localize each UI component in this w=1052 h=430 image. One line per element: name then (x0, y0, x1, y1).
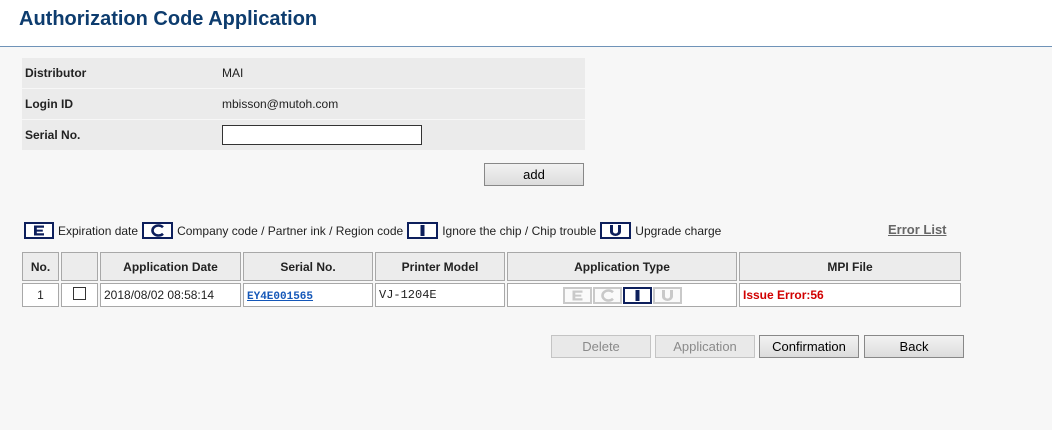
info-table: Distributor MAI Login ID mbisson@mutoh.c… (22, 57, 585, 151)
application-table: No. Application Date Serial No. Printer … (20, 250, 963, 309)
type-ignore-chip-icon (622, 286, 652, 304)
serial-label: Serial No. (22, 120, 219, 150)
header-application-type: Application Type (507, 252, 737, 281)
company-code-icon (142, 222, 174, 239)
header-application-date: Application Date (100, 252, 241, 281)
back-button[interactable]: Back (864, 335, 964, 358)
upgrade-charge-icon (600, 222, 632, 239)
row-serial-link[interactable]: EY4E001565 (247, 291, 313, 303)
header-mpi-file: MPI File (739, 252, 961, 281)
table-row: 1 2018/08/02 08:58:14 EY4E001565 VJ-1204… (22, 283, 961, 307)
legend-ignore-text: Ignore the chip / Chip trouble (442, 224, 597, 238)
add-button[interactable]: add (484, 163, 584, 186)
row-checkbox[interactable] (73, 287, 86, 300)
error-list-link[interactable]: Error List (888, 222, 947, 237)
type-company-code-icon (592, 286, 622, 304)
type-upgrade-charge-icon (652, 286, 682, 304)
application-button[interactable]: Application (655, 335, 755, 358)
header-serial-no: Serial No. (243, 252, 373, 281)
ignore-chip-icon (407, 222, 439, 239)
legend-company-text: Company code / Partner ink / Region code (177, 224, 404, 238)
row-printer-model: VJ-1204E (375, 283, 505, 307)
row-mpi-error: Issue Error:56 (739, 283, 961, 307)
type-expiration-icon (562, 286, 592, 304)
login-value: mbisson@mutoh.com (219, 89, 585, 119)
row-application-types (511, 286, 733, 304)
legend: Expiration date Company code / Partner i… (24, 217, 725, 239)
page-header: Authorization Code Application (0, 0, 1052, 47)
distributor-label: Distributor (22, 58, 219, 88)
expiration-icon (24, 222, 54, 239)
row-application-date: 2018/08/02 08:58:14 (100, 283, 241, 307)
table-header-row: No. Application Date Serial No. Printer … (22, 252, 961, 281)
serial-row: Serial No. (22, 120, 585, 150)
serial-input[interactable] (222, 125, 422, 145)
distributor-row: Distributor MAI (22, 58, 585, 88)
header-printer-model: Printer Model (375, 252, 505, 281)
legend-expiration-text: Expiration date (58, 224, 139, 238)
row-no: 1 (22, 283, 59, 307)
legend-upgrade-text: Upgrade charge (635, 224, 722, 238)
header-no: No. (22, 252, 59, 281)
distributor-value: MAI (219, 58, 585, 88)
login-row: Login ID mbisson@mutoh.com (22, 89, 585, 119)
confirmation-button[interactable]: Confirmation (759, 335, 859, 358)
delete-button[interactable]: Delete (551, 335, 651, 358)
header-select (61, 252, 98, 281)
page-title: Authorization Code Application (19, 8, 318, 30)
login-label: Login ID (22, 89, 219, 119)
